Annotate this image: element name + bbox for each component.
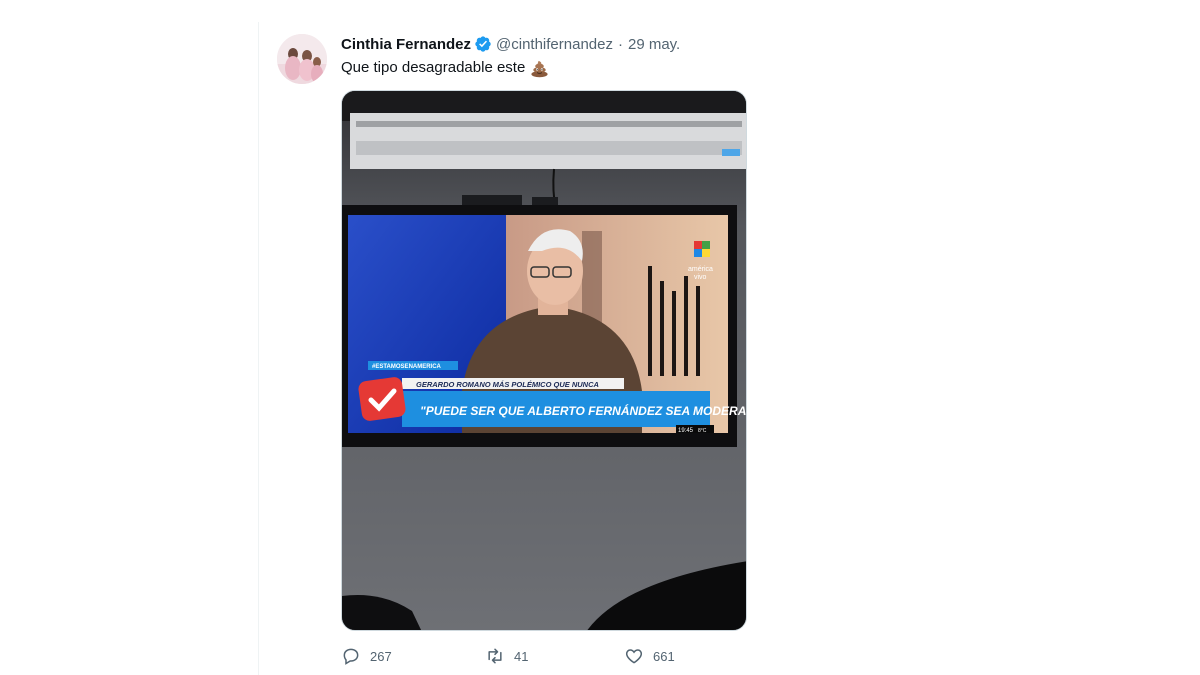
lower-third-headline: "PUEDE SER QUE ALBERTO FERNÁNDEZ SEA MOD… bbox=[420, 403, 747, 418]
channel-logo-icon bbox=[694, 241, 710, 257]
reply-button[interactable]: 267 bbox=[341, 646, 392, 666]
tweet-text-body: Que tipo desagradable este bbox=[341, 59, 526, 76]
lower-third-subtitle: GERARDO ROMANO MÁS POLÉMICO QUE NUNCA bbox=[416, 380, 599, 389]
author-handle[interactable]: @cinthifernandez bbox=[496, 36, 613, 53]
verified-badge-icon bbox=[474, 35, 492, 53]
tweet-text: Que tipo desagradable este bbox=[341, 58, 549, 78]
tweet-date[interactable]: 29 may. bbox=[628, 36, 680, 53]
channel-status: vivo bbox=[694, 274, 707, 281]
photo-tv-screen: américa vivo #ESTAMOSENAMERICA GERARDO R… bbox=[342, 91, 747, 630]
tweet-media-photo[interactable]: américa vivo #ESTAMOSENAMERICA GERARDO R… bbox=[341, 90, 747, 631]
reply-icon bbox=[343, 648, 359, 665]
header-separator: · bbox=[617, 35, 623, 53]
retweet-button[interactable]: 41 bbox=[485, 646, 528, 666]
timeline-divider bbox=[258, 22, 259, 675]
reply-count: 267 bbox=[370, 648, 392, 664]
tweet-header: Cinthia Fernandez @cinthifernandez · 29 … bbox=[341, 34, 680, 54]
author-name[interactable]: Cinthia Fernandez bbox=[341, 36, 471, 53]
like-button[interactable]: 661 bbox=[624, 646, 675, 666]
avatar[interactable] bbox=[277, 34, 327, 84]
pile-of-poo-emoji-icon bbox=[530, 59, 549, 78]
retweet-count: 41 bbox=[514, 648, 529, 664]
hashtag-label: #ESTAMOSENAMERICA bbox=[372, 364, 442, 370]
retweet-icon bbox=[488, 648, 502, 664]
heart-icon bbox=[625, 649, 643, 664]
clock-temperature: 8°C bbox=[698, 428, 707, 434]
like-count: 661 bbox=[653, 648, 675, 664]
avatar-photo bbox=[277, 34, 327, 84]
clock-time: 19:45 bbox=[678, 428, 694, 434]
channel-name: américa bbox=[688, 266, 713, 273]
